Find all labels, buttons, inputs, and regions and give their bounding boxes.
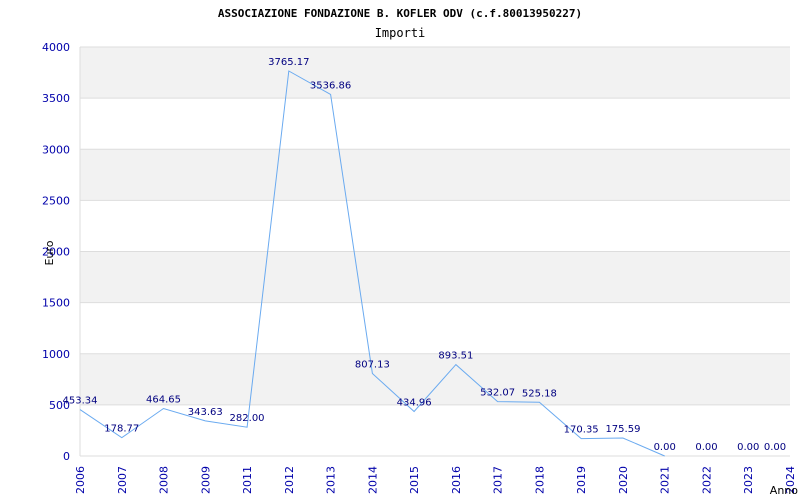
x-tick-label: 2018 xyxy=(533,466,546,494)
x-tick-label: 2021 xyxy=(659,466,672,494)
line-chart: ASSOCIAZIONE FONDAZIONE B. KOFLER ODV (c… xyxy=(42,7,798,497)
y-tick-label: 2500 xyxy=(42,194,70,207)
x-tick-label: 2008 xyxy=(158,466,171,494)
data-label: 3765.17 xyxy=(268,57,309,68)
data-label: 3536.86 xyxy=(310,80,351,91)
data-label: 170.35 xyxy=(564,425,599,436)
y-tick-label: 4000 xyxy=(42,41,70,54)
data-label: 175.59 xyxy=(605,424,640,435)
y-tick-label: 1000 xyxy=(42,348,70,361)
data-label: 434.96 xyxy=(397,398,432,409)
x-tick-label: 2009 xyxy=(199,466,212,494)
data-label: 0.00 xyxy=(654,442,676,453)
x-axis-label: Anno xyxy=(770,484,798,497)
x-tick-label: 2007 xyxy=(116,466,129,494)
x-tick-label: 2011 xyxy=(241,466,254,494)
x-axis-ticks: 2006 2007 2008 2009 2011 2012 2013 2014 2015 2016… xyxy=(74,466,797,494)
x-tick-label: 2019 xyxy=(575,466,588,494)
x-tick-label: 2012 xyxy=(283,466,296,494)
y-tick-label: 1500 xyxy=(42,297,70,310)
x-tick-label: 2006 xyxy=(74,466,87,494)
data-label: 453.34 xyxy=(63,396,98,407)
grid-band xyxy=(80,47,790,99)
x-tick-label: 2020 xyxy=(617,466,630,494)
grid-band xyxy=(80,353,790,405)
grid-band xyxy=(80,251,790,303)
data-label: 525.18 xyxy=(522,388,557,399)
x-tick-label: 2023 xyxy=(742,466,755,494)
data-label: 343.63 xyxy=(188,407,223,418)
y-tick-label: 0 xyxy=(63,450,70,463)
data-label: 532.07 xyxy=(480,388,515,399)
data-label: 0.00 xyxy=(764,442,786,453)
data-label: 0.00 xyxy=(737,442,759,453)
x-tick-label: 2017 xyxy=(492,466,505,494)
y-axis-label: Euro xyxy=(43,240,56,265)
data-label: 178.77 xyxy=(104,424,139,435)
data-label: 807.13 xyxy=(355,359,390,370)
grid-band xyxy=(80,149,790,201)
grid-bands xyxy=(80,47,790,405)
data-label: 464.65 xyxy=(146,394,181,405)
data-label: 282.00 xyxy=(230,413,265,424)
chart-title: ASSOCIAZIONE FONDAZIONE B. KOFLER ODV (c… xyxy=(218,7,582,20)
data-label: 0.00 xyxy=(695,442,717,453)
y-tick-label: 3000 xyxy=(42,143,70,156)
x-tick-label: 2013 xyxy=(325,466,338,494)
data-label: 893.51 xyxy=(438,351,473,362)
y-tick-label: 3500 xyxy=(42,92,70,105)
x-tick-label: 2015 xyxy=(408,466,421,494)
chart-subtitle: Importi xyxy=(375,26,426,40)
x-tick-label: 2022 xyxy=(700,466,713,494)
x-tick-label: 2014 xyxy=(366,466,379,494)
x-tick-label: 2016 xyxy=(450,466,463,494)
